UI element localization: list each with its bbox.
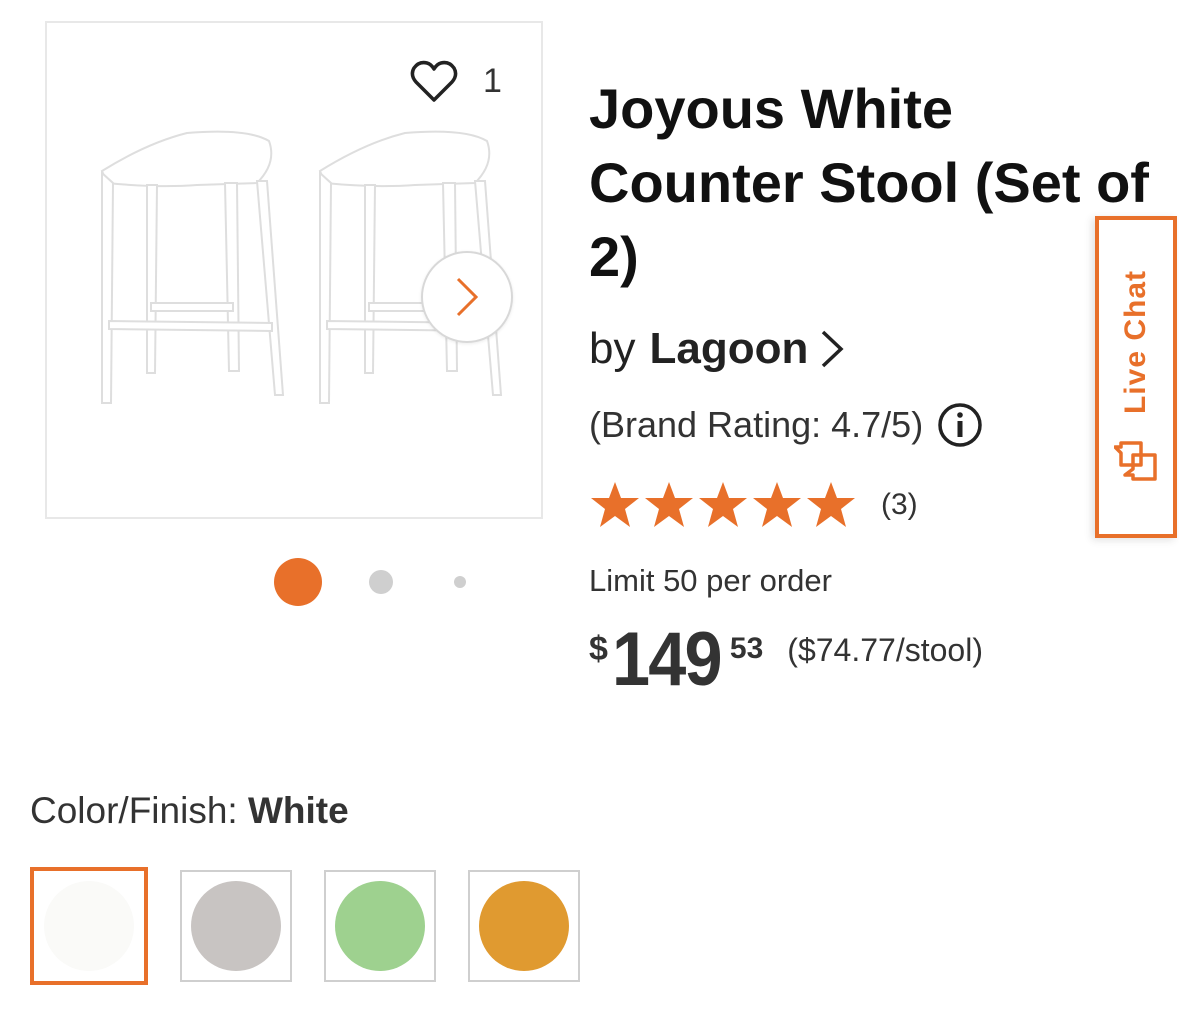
price-cents: 53 xyxy=(729,632,764,665)
price-dollars: 149 xyxy=(611,617,723,702)
star-icon xyxy=(645,482,693,527)
color-finish-label: Color/Finish: White xyxy=(30,790,349,832)
swatch-color xyxy=(44,881,134,971)
star-icon xyxy=(699,482,747,527)
next-image-button[interactable] xyxy=(421,251,513,343)
product-title: Joyous White Counter Stool (Set of 2) xyxy=(589,77,1149,288)
color-swatch-orange[interactable] xyxy=(468,870,580,982)
star-icon xyxy=(753,482,801,527)
brand-rating: (Brand Rating: 4.7/5) xyxy=(589,402,983,448)
brand-name[interactable]: Lagoon xyxy=(649,324,808,374)
swatch-color xyxy=(335,881,425,971)
unit-price: ($74.77/stool) xyxy=(787,632,983,668)
star-icon xyxy=(591,482,639,527)
color-finish-title: Color/Finish: xyxy=(30,790,238,831)
color-finish-value: White xyxy=(247,790,349,831)
heart-icon xyxy=(410,60,458,102)
swatch-color xyxy=(191,881,281,971)
price: $ 149 53 ($74.77/stool) xyxy=(589,620,983,700)
pagination-dot[interactable] xyxy=(454,576,466,588)
pagination-dot[interactable] xyxy=(369,570,393,594)
chevron-right-icon xyxy=(456,277,479,317)
product-rating[interactable]: (3) xyxy=(589,480,918,530)
star-icon xyxy=(807,482,855,527)
favorite-button[interactable] xyxy=(410,58,458,104)
pagination-dot-active[interactable] xyxy=(274,558,322,606)
favorite-count: 1 xyxy=(483,62,502,100)
price-currency: $ xyxy=(589,630,608,668)
swatch-color xyxy=(479,881,569,971)
color-swatch-green[interactable] xyxy=(324,870,436,982)
brand-link[interactable]: by Lagoon xyxy=(589,324,846,374)
chat-bubbles-icon xyxy=(1114,441,1157,481)
order-limit: Limit 50 per order xyxy=(589,563,832,598)
chevron-right-icon xyxy=(822,330,844,368)
color-swatch-white[interactable] xyxy=(30,867,148,985)
review-count[interactable]: (3) xyxy=(881,488,918,522)
info-icon[interactable] xyxy=(937,402,983,448)
color-swatch-gray[interactable] xyxy=(180,870,292,982)
brand-by-label: by xyxy=(589,324,636,373)
brand-rating-text: (Brand Rating: 4.7/5) xyxy=(589,404,924,445)
live-chat-label: Live Chat xyxy=(1119,269,1152,415)
live-chat-button[interactable]: Live Chat xyxy=(1095,216,1177,538)
